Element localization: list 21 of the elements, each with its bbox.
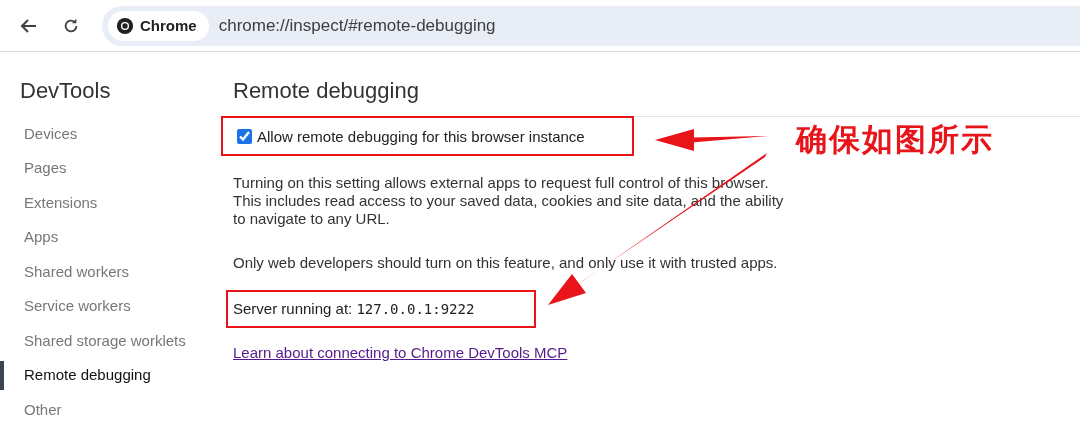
sidebar-title: DevTools: [19, 77, 111, 105]
sidebar-item[interactable]: Remote debugging: [24, 366, 151, 384]
page-title: Remote debugging: [233, 77, 419, 105]
sidebar-item[interactable]: Devices: [24, 124, 78, 142]
learn-more-link[interactable]: Learn about connecting to Chrome DevTools MCP: [233, 344, 568, 362]
sidebar-item[interactable]: Other: [24, 400, 62, 418]
sidebar-item[interactable]: Pages: [24, 159, 67, 177]
sidebar-item[interactable]: Shared storage worklets: [24, 331, 186, 349]
checkbox-label[interactable]: Allow remote debugging for this browser instance: [257, 127, 585, 145]
sidebar-item[interactable]: Apps: [24, 228, 59, 246]
site-chip[interactable]: Chrome: [108, 10, 209, 41]
checkbox[interactable]: [237, 128, 252, 144]
url-text: chrome://inspect/#remote-debugging: [218, 15, 496, 36]
address-bar[interactable]: Chrome chrome://inspect/#remote-debugging: [102, 5, 1080, 46]
annotation-text: 确保如图所示: [796, 120, 994, 159]
server-status-text: Server running at: 127.0.0.1:9222: [233, 300, 475, 318]
sidebar-item[interactable]: Extensions: [24, 193, 98, 211]
sidebar-item[interactable]: Shared workers: [24, 262, 130, 280]
browser-logo-icon: [116, 16, 134, 35]
sidebar-item[interactable]: Service workers: [24, 297, 131, 315]
description-text: Only web developers should turn on this feature, and only use it with trusted apps.: [233, 254, 779, 272]
